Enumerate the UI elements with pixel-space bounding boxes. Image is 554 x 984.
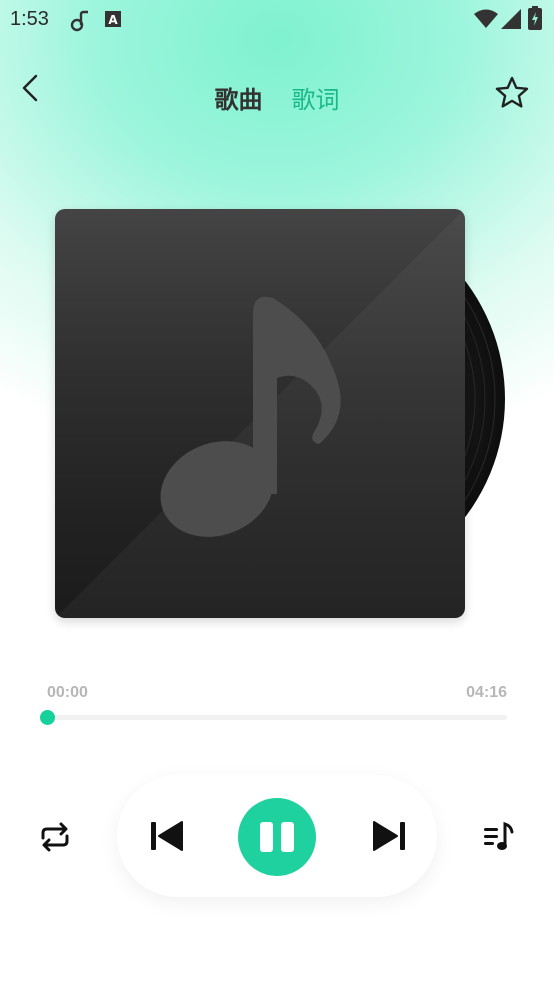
wifi-icon — [474, 9, 498, 28]
status-bar: 1:53 A — [0, 0, 554, 40]
skip-previous-icon[interactable] — [147, 818, 187, 854]
album-cover — [55, 209, 465, 618]
star-outline-icon[interactable] — [493, 74, 531, 112]
app-notification-icon — [70, 10, 88, 32]
tab-song[interactable]: 歌曲 — [214, 80, 262, 115]
status-time: 1:53 — [10, 8, 49, 30]
album-art-area — [55, 209, 525, 619]
tab-lyrics[interactable]: 歌词 — [292, 80, 340, 115]
top-bar: 歌曲 歌词 — [0, 60, 554, 130]
playlist-icon[interactable] — [481, 818, 517, 854]
signal-icon — [501, 9, 521, 29]
skip-next-icon[interactable] — [369, 818, 409, 854]
battery-icon — [528, 6, 542, 30]
progress-bar[interactable] — [47, 715, 507, 720]
music-note-icon — [160, 296, 341, 537]
total-time: 04:16 — [466, 684, 507, 701]
current-time: 00:00 — [47, 684, 88, 701]
repeat-icon[interactable] — [36, 818, 74, 856]
a-icon: A — [105, 11, 121, 27]
tab-bar: 歌曲 歌词 — [0, 80, 554, 115]
play-pause-button[interactable] — [238, 798, 316, 876]
time-row: 00:00 04:16 — [47, 684, 507, 708]
progress-thumb[interactable] — [40, 710, 55, 725]
pause-icon — [260, 822, 294, 852]
svg-text:A: A — [108, 13, 118, 27]
